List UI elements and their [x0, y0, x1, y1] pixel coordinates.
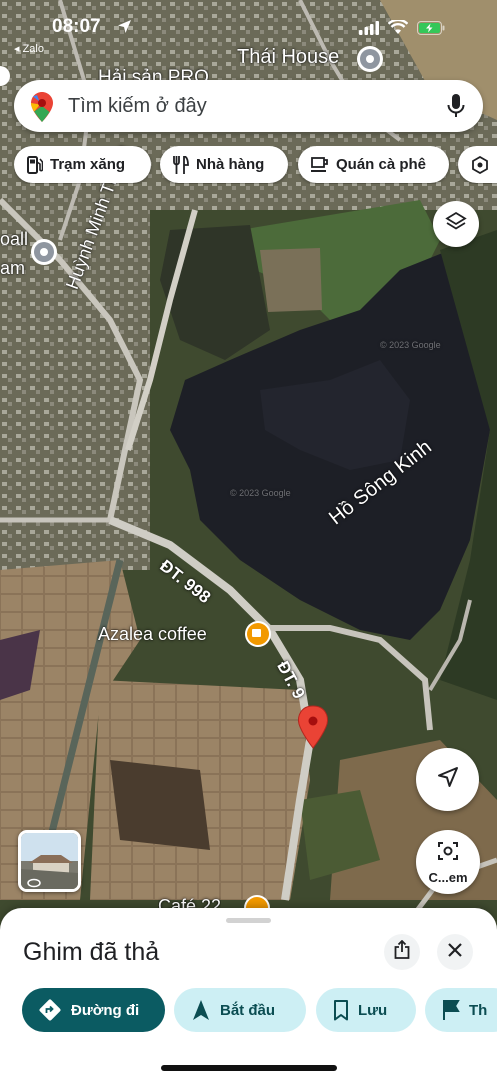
camera-button-label: C...em — [428, 870, 468, 885]
status-icons — [359, 18, 445, 40]
layers-button[interactable] — [433, 201, 479, 247]
dropped-pin-sheet[interactable]: Ghim đã thả Đường đi Bắt đầu Lưu Th — [0, 908, 497, 1080]
bookmark-icon — [333, 999, 349, 1021]
directions-button[interactable]: Đường đi — [22, 988, 165, 1032]
directions-label: Đường đi — [71, 1001, 140, 1019]
place-marker-thai-house — [357, 46, 383, 72]
camera-search-button[interactable]: C...em — [416, 830, 480, 894]
label-button[interactable]: Th — [425, 988, 497, 1032]
street-view-thumbnail[interactable] — [18, 830, 81, 892]
chip-coffee[interactable]: Quán cà phê — [298, 146, 449, 183]
chip-label: Nhà hàng — [196, 156, 265, 173]
wifi-icon — [387, 18, 409, 40]
cafe-label-azalea[interactable]: Azalea coffee — [98, 624, 207, 645]
restaurant-icon — [173, 155, 189, 174]
place-marker-left — [31, 239, 57, 265]
copyright-label: © 2023 Google — [230, 488, 291, 498]
status-time: 08:07 — [52, 16, 101, 37]
share-button[interactable] — [384, 934, 420, 970]
cafe-label-22[interactable]: Café 22 — [158, 896, 221, 908]
place-label-partial[interactable]: Hải sản PRO — [98, 67, 209, 80]
layers-icon — [445, 211, 467, 238]
navigation-arrow-icon — [437, 766, 459, 793]
chip-label: Quán cà phê — [336, 156, 427, 173]
chip-more[interactable] — [458, 146, 497, 183]
microphone-icon[interactable] — [447, 94, 465, 123]
sheet-drag-handle[interactable] — [226, 918, 271, 923]
sheet-title: Ghim đã thả — [23, 938, 160, 966]
start-label: Bắt đầu — [220, 1001, 276, 1019]
share-icon — [394, 939, 410, 964]
back-to-app-link[interactable]: ◂ Zalo — [14, 42, 44, 55]
flag-icon — [442, 1000, 460, 1020]
chip-restaurant[interactable]: Nhà hàng — [160, 146, 288, 183]
save-button[interactable]: Lưu — [316, 988, 416, 1032]
home-indicator[interactable] — [161, 1065, 337, 1071]
label-button-label: Th — [469, 1001, 488, 1019]
chip-label: Trạm xăng — [50, 156, 126, 173]
navigation-arrow-icon — [191, 999, 211, 1021]
shopping-icon — [471, 155, 489, 174]
action-buttons: Đường đi Bắt đầu Lưu Th — [22, 988, 497, 1034]
place-label-left-2[interactable]: am — [0, 258, 25, 279]
chip-gas-station[interactable]: Trạm xăng — [14, 146, 151, 183]
close-icon — [448, 942, 462, 962]
copyright-label: © 2023 Google — [380, 340, 441, 350]
category-chips: Trạm xăng Nhà hàng Quán cà phê — [14, 146, 497, 184]
location-arrow-icon — [117, 19, 132, 39]
search-bar[interactable]: Tìm kiếm ở đây — [14, 80, 483, 132]
360-view-icon — [27, 875, 41, 889]
place-label-thai-house[interactable]: Thái House — [237, 46, 339, 69]
search-input[interactable]: Tìm kiếm ở đây — [68, 95, 207, 118]
directions-icon — [38, 998, 62, 1022]
cafe-marker-azalea — [245, 621, 271, 647]
battery-charging-icon — [417, 20, 445, 40]
cellular-signal-icon — [359, 20, 379, 40]
save-label: Lưu — [358, 1001, 388, 1019]
coffee-icon — [311, 156, 329, 173]
google-maps-logo-icon — [31, 92, 53, 127]
my-location-button[interactable] — [416, 748, 479, 811]
start-button[interactable]: Bắt đầu — [174, 988, 306, 1032]
place-label-left-1[interactable]: oall — [0, 229, 28, 250]
camera-icon — [437, 841, 459, 866]
close-button[interactable] — [437, 934, 473, 970]
gas-station-icon — [27, 155, 43, 174]
status-bar: 08:07 ◂ Zalo — [0, 0, 497, 55]
